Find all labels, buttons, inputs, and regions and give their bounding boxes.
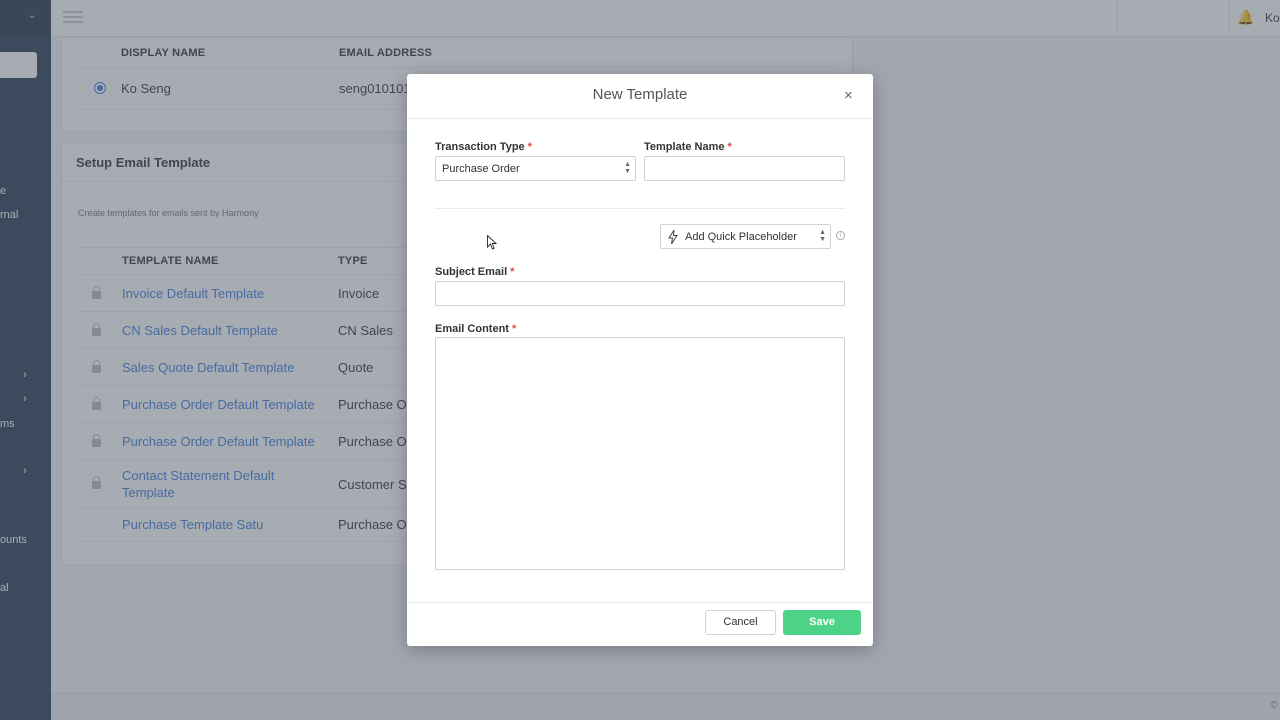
lightning-icon bbox=[668, 230, 678, 244]
transaction-type-value: Purchase Order bbox=[442, 163, 520, 175]
subject-email-input[interactable] bbox=[435, 281, 845, 306]
save-button[interactable]: Save bbox=[783, 610, 861, 635]
email-content-label: Email Content * bbox=[435, 323, 517, 335]
info-icon[interactable]: i bbox=[836, 231, 845, 240]
modal-title: New Template bbox=[592, 86, 688, 103]
divider bbox=[435, 208, 845, 209]
subject-email-label: Subject Email * bbox=[435, 266, 515, 278]
template-name-input[interactable] bbox=[644, 156, 845, 181]
select-arrows-icon: ▲ ▼ bbox=[819, 229, 826, 243]
divider bbox=[407, 118, 873, 119]
mouse-cursor-icon bbox=[487, 235, 497, 250]
new-template-modal: New Template × Transaction Type * Purchas… bbox=[407, 74, 873, 646]
cancel-button[interactable]: Cancel bbox=[705, 610, 776, 635]
add-quick-placeholder-select[interactable]: Add Quick Placeholder ▲ ▼ bbox=[660, 224, 831, 249]
transaction-type-label: Transaction Type * bbox=[435, 141, 532, 153]
transaction-type-select[interactable]: Purchase Order ▲ ▼ bbox=[435, 156, 636, 181]
add-quick-placeholder-label: Add Quick Placeholder bbox=[685, 231, 797, 243]
divider bbox=[407, 602, 873, 603]
close-icon[interactable]: × bbox=[844, 87, 853, 104]
select-arrows-icon: ▲ ▼ bbox=[624, 161, 631, 175]
email-content-textarea[interactable] bbox=[435, 337, 845, 570]
template-name-label: Template Name * bbox=[644, 141, 732, 153]
